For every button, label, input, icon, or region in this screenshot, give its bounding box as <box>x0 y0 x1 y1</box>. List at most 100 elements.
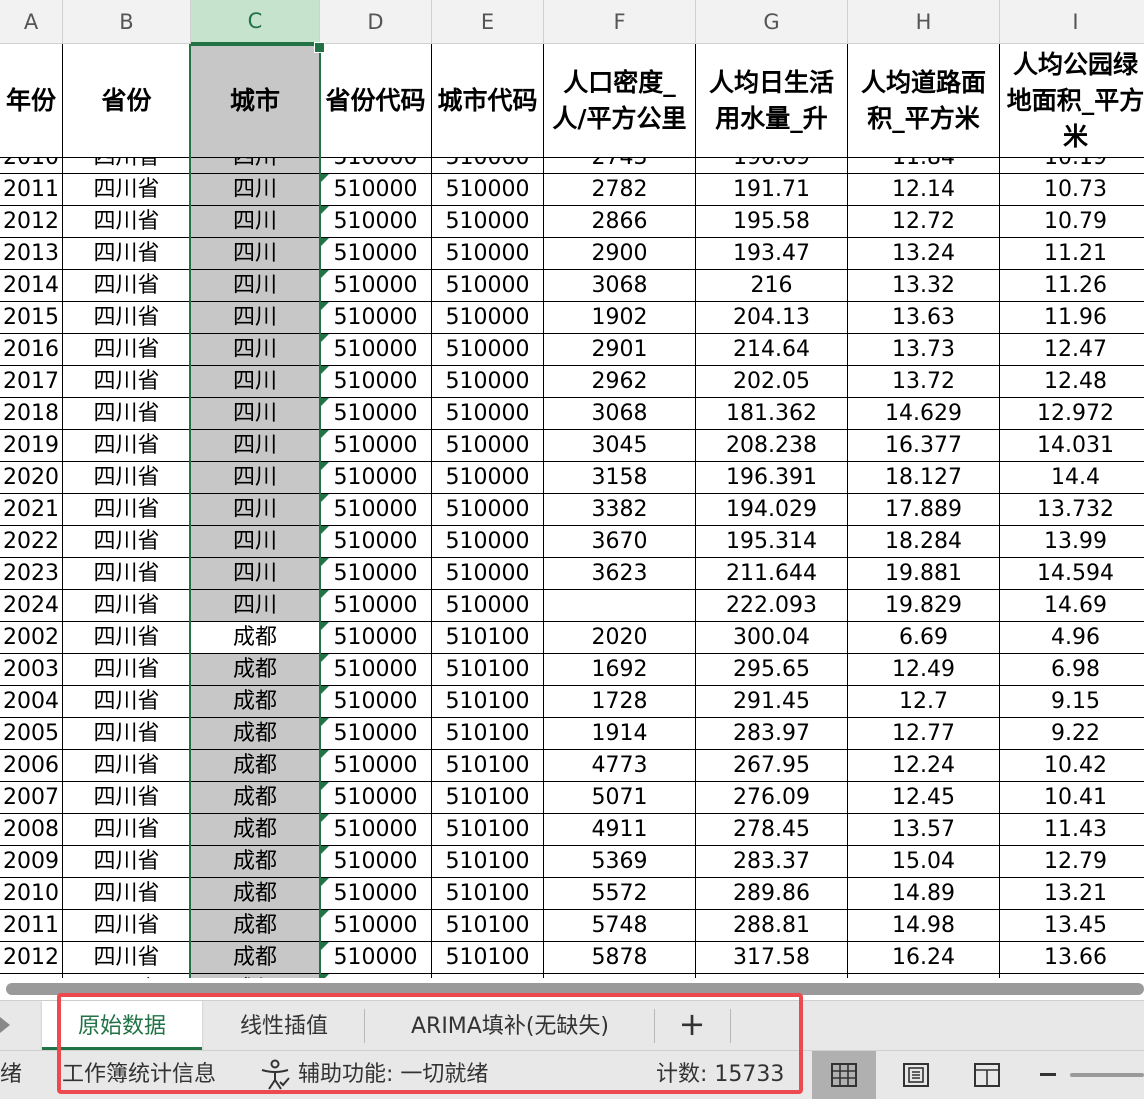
table-cell[interactable]: 四川省 <box>63 942 191 974</box>
table-cell[interactable]: 11.84 <box>848 158 1000 174</box>
table-cell[interactable]: 四川省 <box>63 526 191 558</box>
table-cell[interactable]: 四川 <box>191 494 320 526</box>
table-cell[interactable]: 17.889 <box>848 494 1000 526</box>
table-cell[interactable]: 202.05 <box>696 366 848 398</box>
table-cell[interactable]: 成都 <box>191 814 320 846</box>
table-cell[interactable]: 14.4 <box>1000 462 1144 494</box>
table-cell[interactable]: 204.13 <box>696 302 848 334</box>
table-cell[interactable]: 成都 <box>191 686 320 718</box>
table-cell[interactable]: 13.66 <box>1000 942 1144 974</box>
table-cell[interactable]: 2010 <box>0 158 63 174</box>
table-cell[interactable]: 267.95 <box>696 750 848 782</box>
table-cell[interactable]: 510000 <box>432 398 544 430</box>
table-cell[interactable]: 510000 <box>320 270 432 302</box>
table-cell[interactable]: 11.26 <box>1000 270 1144 302</box>
table-cell[interactable]: 510000 <box>320 238 432 270</box>
table-cell[interactable]: 四川 <box>191 462 320 494</box>
table-cell[interactable]: 510000 <box>432 462 544 494</box>
table-cell[interactable]: 2003 <box>0 654 63 686</box>
table-cell[interactable]: 2019 <box>0 430 63 462</box>
table-cell[interactable]: 2012 <box>0 206 63 238</box>
table-cell[interactable]: 11.96 <box>1000 302 1144 334</box>
table-cell[interactable]: 5878 <box>544 942 696 974</box>
table-cell[interactable]: 3068 <box>544 398 696 430</box>
table-cell[interactable]: 4.96 <box>1000 622 1144 654</box>
table-cell[interactable]: 3623 <box>544 558 696 590</box>
table-cell[interactable]: 510100 <box>432 750 544 782</box>
table-cell[interactable]: 四川 <box>191 526 320 558</box>
table-cell[interactable]: 278.45 <box>696 814 848 846</box>
table-cell[interactable]: 四川省 <box>63 718 191 750</box>
table-cell[interactable]: 195.314 <box>696 526 848 558</box>
table-cell[interactable]: 510100 <box>432 622 544 654</box>
table-cell[interactable]: 2012 <box>0 942 63 974</box>
column-header-d[interactable]: D <box>320 0 432 44</box>
table-cell[interactable]: 510000 <box>320 494 432 526</box>
table-cell[interactable]: 12.45 <box>848 782 1000 814</box>
table-cell[interactable]: 510000 <box>320 430 432 462</box>
column-header-i[interactable]: I <box>1000 0 1144 44</box>
column-header-c[interactable]: C <box>191 0 320 44</box>
table-cell[interactable]: 510000 <box>320 462 432 494</box>
table-cell[interactable]: 510000 <box>432 334 544 366</box>
table-cell[interactable]: 四川省 <box>63 302 191 334</box>
table-cell[interactable]: 295.65 <box>696 654 848 686</box>
header-cell[interactable]: 省份 <box>63 44 191 158</box>
table-cell[interactable]: 510000 <box>320 718 432 750</box>
table-cell[interactable]: 3045 <box>544 430 696 462</box>
table-cell[interactable]: 2022 <box>0 526 63 558</box>
table-cell[interactable]: 2011 <box>0 174 63 206</box>
table-cell[interactable]: 四川省 <box>63 430 191 462</box>
table-cell[interactable]: 510000 <box>320 158 432 174</box>
header-cell[interactable]: 年份 <box>0 44 63 158</box>
table-cell[interactable]: 510000 <box>432 206 544 238</box>
table-cell[interactable]: 510000 <box>320 910 432 942</box>
table-cell[interactable]: 成都 <box>191 878 320 910</box>
table-cell[interactable]: 2020 <box>544 622 696 654</box>
zoom-slider[interactable] <box>1070 1073 1144 1077</box>
table-cell[interactable]: 276.09 <box>696 782 848 814</box>
table-cell[interactable]: 510100 <box>432 686 544 718</box>
table-cell[interactable]: 四川省 <box>63 398 191 430</box>
table-cell[interactable]: 四川省 <box>63 174 191 206</box>
table-cell[interactable]: 193.47 <box>696 238 848 270</box>
table-cell[interactable]: 510100 <box>432 718 544 750</box>
table-cell[interactable]: 317.58 <box>696 942 848 974</box>
table-cell[interactable]: 2009 <box>0 846 63 878</box>
table-cell[interactable]: 四川省 <box>63 366 191 398</box>
table-cell[interactable]: 四川省 <box>63 238 191 270</box>
table-cell[interactable]: 14.594 <box>1000 558 1144 590</box>
table-cell[interactable]: 13.732 <box>1000 494 1144 526</box>
table-cell[interactable]: 3068 <box>544 270 696 302</box>
table-cell[interactable]: 510000 <box>320 206 432 238</box>
table-cell[interactable]: 510000 <box>432 526 544 558</box>
table-cell[interactable]: 成都 <box>191 750 320 782</box>
table-cell[interactable]: 19.829 <box>848 590 1000 622</box>
table-cell[interactable]: 四川省 <box>63 846 191 878</box>
header-cell[interactable]: 城市代码 <box>432 44 544 158</box>
table-cell[interactable]: 四川 <box>191 174 320 206</box>
table-cell[interactable]: 3158 <box>544 462 696 494</box>
table-cell[interactable]: 12.972 <box>1000 398 1144 430</box>
table-cell[interactable]: 510100 <box>432 942 544 974</box>
table-cell[interactable]: 成都 <box>191 718 320 750</box>
column-header-f[interactable]: F <box>544 0 696 44</box>
table-cell[interactable]: 四川省 <box>63 654 191 686</box>
table-cell[interactable]: 510000 <box>432 270 544 302</box>
table-cell[interactable]: 510100 <box>432 654 544 686</box>
table-cell[interactable]: 2013 <box>0 238 63 270</box>
column-header-e[interactable]: E <box>432 0 544 44</box>
table-cell[interactable]: 510000 <box>320 686 432 718</box>
data-grid[interactable]: 2010四川省四川5100005100002743196.6911.8410.1… <box>0 158 1144 993</box>
table-cell[interactable]: 10.41 <box>1000 782 1144 814</box>
table-cell[interactable]: 12.14 <box>848 174 1000 206</box>
table-cell[interactable]: 四川 <box>191 590 320 622</box>
table-cell[interactable]: 2004 <box>0 686 63 718</box>
table-cell[interactable]: 3382 <box>544 494 696 526</box>
table-cell[interactable]: 2014 <box>0 270 63 302</box>
table-cell[interactable]: 4911 <box>544 814 696 846</box>
table-cell[interactable] <box>544 590 696 622</box>
table-cell[interactable]: 2008 <box>0 814 63 846</box>
table-cell[interactable]: 13.99 <box>1000 526 1144 558</box>
table-cell[interactable]: 2021 <box>0 494 63 526</box>
